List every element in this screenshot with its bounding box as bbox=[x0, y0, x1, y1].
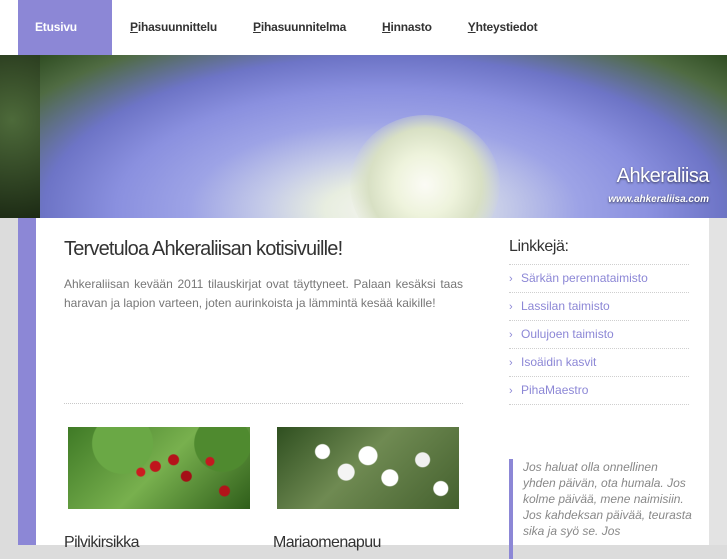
header-banner: Ahkeraliisa www.ahkeraliisa.com bbox=[0, 55, 727, 218]
left-accent-bar bbox=[18, 218, 36, 545]
link-item[interactable]: › Lassilan taimisto bbox=[509, 293, 689, 321]
chevron-right-icon: › bbox=[509, 301, 513, 313]
chevron-right-icon: › bbox=[509, 385, 513, 397]
nav-label: innasto bbox=[390, 20, 432, 34]
thumb-mariaomenapuu-image[interactable] bbox=[277, 427, 459, 509]
chevron-right-icon: › bbox=[509, 329, 513, 341]
link-label: Isoäidin kasvit bbox=[521, 355, 597, 369]
link-item[interactable]: › Särkän perennataimisto bbox=[509, 265, 689, 293]
link-label: Oulujoen taimisto bbox=[521, 327, 614, 341]
link-item[interactable]: › Oulujoen taimisto bbox=[509, 321, 689, 349]
nav-label-etusivu: Etusivu bbox=[35, 20, 77, 34]
link-label: Särkän perennataimisto bbox=[521, 271, 648, 285]
quote-block: Jos haluat olla onnellinen yhden päivän,… bbox=[509, 459, 693, 559]
banner-leaf-image bbox=[0, 55, 40, 218]
nav-label: ihasuunnitelma bbox=[260, 20, 347, 34]
thumb-pilvikirsikka-image[interactable] bbox=[68, 427, 250, 509]
nav-item-yhteystiedot[interactable]: Yhteystiedot bbox=[450, 0, 556, 55]
link-item[interactable]: › PihaMaestro bbox=[509, 377, 689, 405]
site-url: www.ahkeraliisa.com bbox=[608, 194, 709, 205]
page-title: Tervetuloa Ahkeraliisan kotisivuille! bbox=[64, 238, 343, 260]
nav-accesskey: Y bbox=[467, 20, 476, 34]
link-label: Lassilan taimisto bbox=[521, 299, 610, 313]
chevron-right-icon: › bbox=[509, 357, 513, 369]
link-list: › Särkän perennataimisto › Lassilan taimis… bbox=[509, 264, 689, 405]
quote-text: Jos haluat olla onnellinen yhden päivän,… bbox=[523, 460, 692, 538]
main-nav: Etusivu Pihasuunnittelu Pihasuunnitelma … bbox=[18, 0, 555, 55]
nav-accesskey: P bbox=[130, 20, 138, 34]
thumb-caption[interactable]: Mariaomenapuu bbox=[273, 534, 381, 552]
link-label: PihaMaestro bbox=[521, 383, 589, 397]
nav-label: ihasuunnittelu bbox=[137, 20, 218, 34]
nav-accesskey: H bbox=[382, 20, 391, 34]
nav-item-pihasuunnittelu[interactable]: Pihasuunnittelu bbox=[112, 0, 235, 55]
intro-text: Ahkeraliisan kevään 2011 tilauskirjat ov… bbox=[64, 277, 463, 310]
nav-item-etusivu[interactable]: Etusivu bbox=[18, 0, 112, 55]
divider bbox=[64, 403, 463, 404]
nav-label: hteystiedot bbox=[475, 20, 538, 34]
content-area: Tervetuloa Ahkeraliisan kotisivuille! Ah… bbox=[18, 218, 727, 559]
chevron-right-icon: › bbox=[509, 273, 513, 285]
right-gutter bbox=[709, 218, 727, 545]
link-item[interactable]: › Isoäidin kasvit bbox=[509, 349, 689, 377]
site-title: Ahkeraliisa bbox=[616, 165, 710, 187]
flower-center bbox=[350, 115, 500, 218]
thumb-caption[interactable]: Pilvikirsikka bbox=[64, 534, 139, 552]
sidebar-title: Linkkejä: bbox=[509, 238, 569, 255]
top-bar: Etusivu Pihasuunnittelu Pihasuunnitelma … bbox=[0, 0, 727, 55]
nav-item-hinnasto[interactable]: Hinnasto bbox=[364, 0, 450, 55]
nav-item-pihasuunnitelma[interactable]: Pihasuunnitelma bbox=[235, 0, 364, 55]
nav-accesskey: P bbox=[253, 20, 261, 34]
